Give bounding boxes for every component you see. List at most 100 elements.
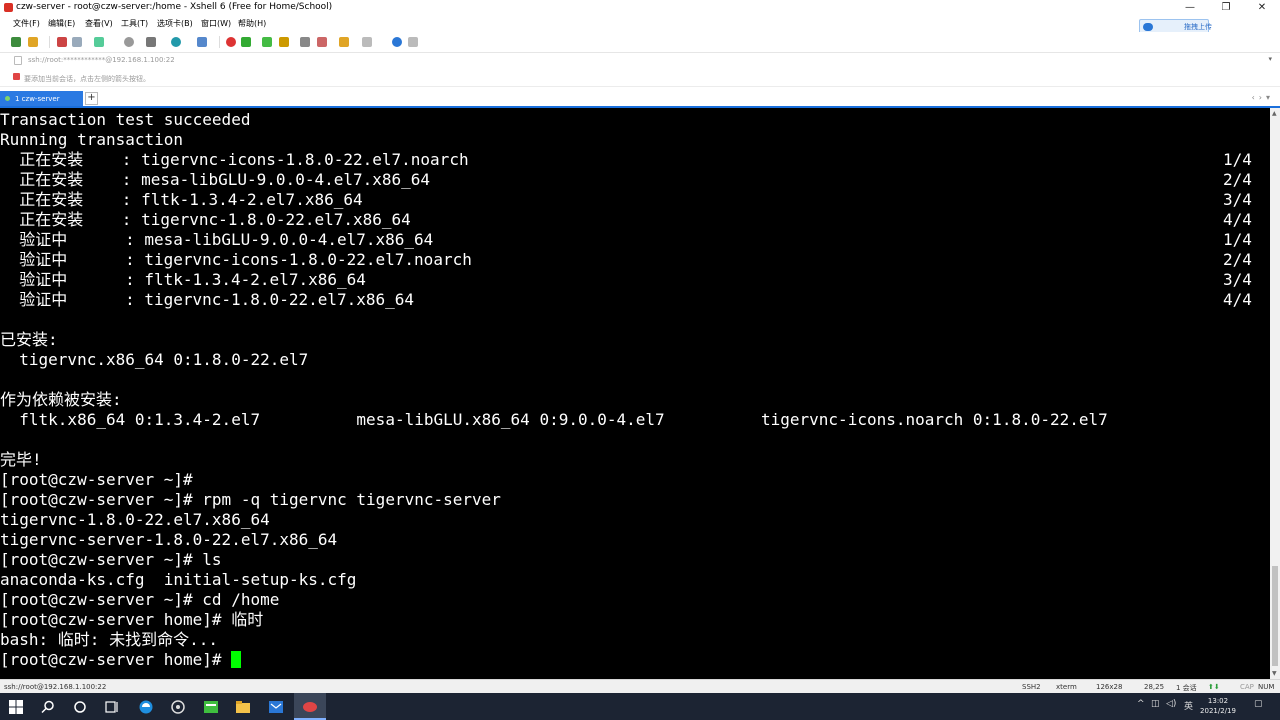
menu-view[interactable]: 查看(V) [85, 18, 113, 29]
status-bar: ssh://root@192.168.1.100:22 SSH2 xterm 1… [0, 679, 1280, 694]
terminal-line-text: [root@czw-server ~]# [0, 470, 193, 489]
reconnect-icon[interactable] [72, 37, 82, 47]
bookmark-icon[interactable] [13, 73, 20, 80]
keyboard-icon[interactable] [300, 37, 310, 47]
new-session-icon[interactable] [11, 37, 21, 47]
terminal-line-text: bash: 临时: 未找到命令... [0, 630, 218, 649]
terminal-prompt-line[interactable]: [root@czw-server home]# [0, 650, 1108, 670]
status-terminal-type: xterm [1056, 683, 1077, 691]
mail-app-icon[interactable] [268, 699, 284, 715]
terminal-line: 正在安装 : fltk-1.3.4-2.el7.x86_64 3/4 [0, 190, 1252, 210]
close-button[interactable]: ✕ [1244, 0, 1280, 16]
help-icon[interactable] [392, 37, 402, 47]
copy-icon[interactable] [94, 37, 104, 47]
menu-window[interactable]: 窗口(W) [201, 18, 231, 29]
chevron-down-icon[interactable]: ▾ [1268, 55, 1272, 63]
search-icon[interactable] [40, 699, 56, 715]
lock-icon [14, 56, 22, 65]
terminal-line: 作为依赖被安装: [0, 390, 1108, 410]
xmanager-icon[interactable] [241, 37, 251, 47]
terminal-line-text: 正在安装 : tigervnc-icons-1.8.0-22.el7.noarc… [0, 150, 469, 169]
network-icon[interactable]: ◫ [1151, 699, 1160, 709]
address-text[interactable]: ssh://root:************@192.168.1.100:22 [28, 56, 175, 64]
terminal-line-text: 正在安装 : fltk-1.3.4-2.el7.x86_64 [0, 190, 363, 209]
progress-counter: 2/4 [1223, 250, 1252, 269]
vmware-icon[interactable] [170, 699, 186, 715]
layout-icon[interactable] [362, 37, 372, 47]
minimize-button[interactable]: — [1172, 0, 1208, 16]
address-bar[interactable]: ssh://root:************@192.168.1.100:22… [0, 53, 1280, 68]
new-tab-button[interactable]: + [85, 92, 98, 105]
menu-file[interactable]: 文件(F) [13, 18, 40, 29]
menu-bar: 文件(F) 编辑(E) 查看(V) 工具(T) 选项卡(B) 窗口(W) 帮助(… [0, 16, 1280, 31]
open-folder-icon[interactable] [28, 37, 38, 47]
session-hint-bar: 要添加当前会话，点击左侧的箭头按钮。 [0, 69, 1280, 87]
transfer-icon[interactable] [339, 37, 349, 47]
notification-icon[interactable]: ▢ [1254, 699, 1263, 709]
tab-czw-server[interactable]: 1 czw-server [0, 91, 83, 106]
highlight-icon[interactable] [317, 37, 327, 47]
terminal-line-text: 正在安装 : mesa-libGLU-9.0.0-4.el7.x86_64 [0, 170, 431, 189]
progress-counter: 1/4 [1223, 150, 1252, 169]
terminal-line-text: fltk.x86_64 0:1.3.4-2.el7 mesa-libGLU.x8… [0, 410, 1108, 429]
terminal-prompt: [root@czw-server home]# [0, 650, 232, 669]
menu-tabs[interactable]: 选项卡(B) [157, 18, 193, 29]
scrollbar-thumb[interactable] [1272, 566, 1278, 666]
find-icon[interactable] [124, 37, 134, 47]
terminal-line: 已安装: [0, 330, 1108, 350]
tab-navigation[interactable]: ‹›▾ [1252, 93, 1274, 102]
menu-tools[interactable]: 工具(T) [121, 18, 148, 29]
system-clock[interactable]: 13:02 2021/2/19 [1198, 696, 1238, 716]
disconnect-icon[interactable] [57, 37, 67, 47]
scroll-up-icon[interactable]: ▲ [1272, 110, 1277, 117]
window-controls: — ❐ ✕ [1172, 0, 1280, 16]
terminal-line: tigervnc.x86_64 0:1.8.0-22.el7 [0, 350, 1108, 370]
terminal-app-icon[interactable] [203, 699, 219, 715]
drag-upload-label: 拖拽上传 [1184, 23, 1212, 31]
file-explorer-icon[interactable] [235, 699, 251, 715]
window-title: czw-server - root@czw-server:/home - Xsh… [16, 2, 333, 12]
menu-edit[interactable]: 编辑(E) [48, 18, 75, 29]
xftp-icon[interactable] [226, 37, 236, 47]
tab-label: 1 czw-server [15, 95, 60, 103]
terminal-line: 验证中 : fltk-1.3.4-2.el7.x86_64 3/4 [0, 270, 1252, 290]
volume-icon[interactable]: ◁) [1166, 699, 1176, 709]
fullscreen-icon[interactable] [262, 37, 272, 47]
terminal-line-text: [root@czw-server ~]# ls [0, 550, 222, 569]
status-connection: ssh://root@192.168.1.100:22 [4, 683, 107, 691]
terminal-line: 验证中 : tigervnc-1.8.0-22.el7.x86_64 4/4 [0, 290, 1252, 310]
script-icon[interactable] [197, 37, 207, 47]
tray-expand-icon[interactable]: ^ [1137, 699, 1145, 709]
terminal-line: [root@czw-server ~]# rpm -q tigervnc tig… [0, 490, 1108, 510]
terminal-line-text: 验证中 : tigervnc-icons-1.8.0-22.el7.noarch [0, 250, 472, 269]
cortana-icon[interactable] [72, 699, 88, 715]
terminal-line-text: anaconda-ks.cfg initial-setup-ks.cfg [0, 570, 357, 589]
progress-counter: 4/4 [1223, 210, 1252, 229]
task-view-icon[interactable] [104, 699, 120, 715]
chat-icon[interactable] [408, 37, 418, 47]
windows-start-icon[interactable] [8, 699, 24, 715]
xshell-taskbar-button[interactable] [294, 693, 326, 720]
terminal-line: Running transaction [0, 130, 1108, 150]
terminal-line-text: tigervnc.x86_64 0:1.8.0-22.el7 [0, 350, 309, 369]
terminal-line: 验证中 : mesa-libGLU-9.0.0-4.el7.x86_64 1/4 [0, 230, 1252, 250]
progress-counter: 1/4 [1223, 230, 1252, 249]
globe-icon[interactable] [171, 37, 181, 47]
edge-browser-icon[interactable] [138, 699, 154, 715]
terminal-view[interactable]: Transaction test succeeded Running transa… [0, 108, 1270, 679]
ime-indicator[interactable]: 英 [1184, 699, 1193, 712]
terminal-line-text: 作为依赖被安装: [0, 390, 122, 409]
scroll-down-icon[interactable]: ▼ [1272, 670, 1277, 677]
restore-button[interactable]: ❐ [1208, 0, 1244, 16]
menu-help[interactable]: 帮助(H) [238, 18, 266, 29]
status-size: 126x28 [1096, 683, 1123, 691]
lock-icon[interactable] [279, 37, 289, 47]
terminal-line-text: [root@czw-server ~]# cd /home [0, 590, 280, 609]
terminal-line-text: 验证中 : mesa-libGLU-9.0.0-4.el7.x86_64 [0, 230, 434, 249]
font-icon[interactable] [146, 37, 156, 47]
terminal-line: 验证中 : tigervnc-icons-1.8.0-22.el7.noarch… [0, 250, 1252, 270]
progress-counter: 4/4 [1223, 290, 1252, 309]
terminal-scrollbar[interactable]: ▲ ▼ [1270, 108, 1280, 679]
